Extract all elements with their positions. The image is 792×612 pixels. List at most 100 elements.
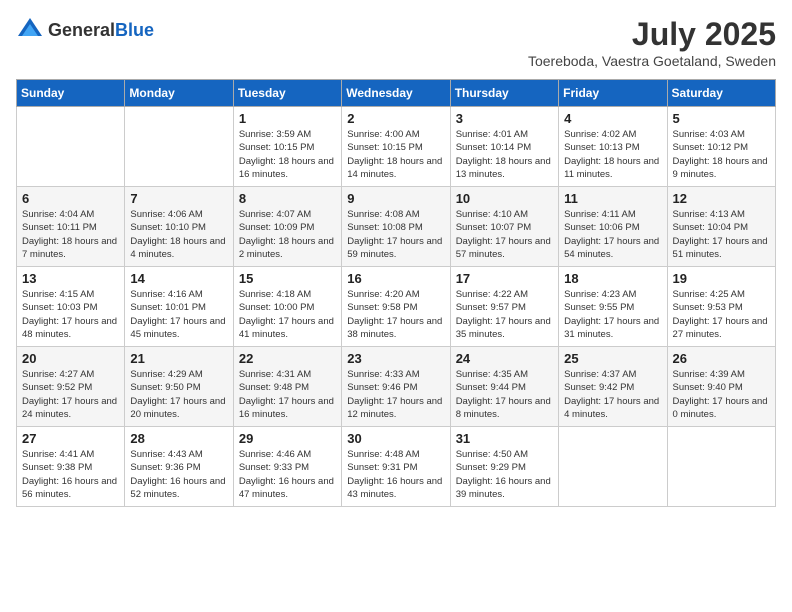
day-cell: 19Sunrise: 4:25 AM Sunset: 9:53 PM Dayli… [667,267,775,347]
day-number: 3 [456,111,553,126]
day-cell: 30Sunrise: 4:48 AM Sunset: 9:31 PM Dayli… [342,427,450,507]
weekday-header-friday: Friday [559,80,667,107]
day-number: 2 [347,111,444,126]
day-info: Sunrise: 4:04 AM Sunset: 10:11 PM Daylig… [22,208,119,261]
day-number: 25 [564,351,661,366]
day-cell: 17 Sunrise: 4:22 AM Sunset: 9:57 PM Dayli… [450,267,558,347]
day-info: Sunrise: 4:08 AM Sunset: 10:08 PM Daylig… [347,208,444,261]
week-row-5: 27 Sunrise: 4:41 AM Sunset: 9:38 PM Dayli… [17,427,776,507]
day-cell: 28 Sunrise: 4:43 AM Sunset: 9:36 PM Dayli… [125,427,233,507]
weekday-header-wednesday: Wednesday [342,80,450,107]
day-number: 20 [22,351,119,366]
day-number: 23 [347,351,444,366]
day-number: 18 [564,271,661,286]
day-info: Sunrise: 4:33 AM Sunset: 9:46 PM Dayligh… [347,368,444,421]
day-info: Sunrise: 4:27 AM Sunset: 9:52 PM Dayligh… [22,368,119,421]
weekday-header-tuesday: Tuesday [233,80,341,107]
week-row-1: 1Sunrise: 3:59 AM Sunset: 10:15 PM Dayli… [17,107,776,187]
day-number: 16 [347,271,444,286]
day-number: 24 [456,351,553,366]
weekday-header-monday: Monday [125,80,233,107]
day-info: Sunrise: 4:02 AM Sunset: 10:13 PM Daylig… [564,128,661,181]
day-cell: 20 Sunrise: 4:27 AM Sunset: 9:52 PM Dayli… [17,347,125,427]
day-cell: 24Sunrise: 4:35 AM Sunset: 9:44 PM Dayli… [450,347,558,427]
day-info: Sunrise: 4:31 AM Sunset: 9:48 PM Dayligh… [239,368,336,421]
day-cell [125,107,233,187]
day-cell: 15Sunrise: 4:18 AM Sunset: 10:00 PM Dayl… [233,267,341,347]
day-cell: 11 Sunrise: 4:11 AM Sunset: 10:06 PM Dayl… [559,187,667,267]
day-cell: 5 Sunrise: 4:03 AM Sunset: 10:12 PM Dayli… [667,107,775,187]
day-cell: 13Sunrise: 4:15 AM Sunset: 10:03 PM Dayl… [17,267,125,347]
day-number: 28 [130,431,227,446]
day-cell: 7 Sunrise: 4:06 AM Sunset: 10:10 PM Dayli… [125,187,233,267]
day-number: 13 [22,271,119,286]
day-info: Sunrise: 4:16 AM Sunset: 10:01 PM Daylig… [130,288,227,341]
day-cell: 2Sunrise: 4:00 AM Sunset: 10:15 PM Dayli… [342,107,450,187]
day-cell: 25Sunrise: 4:37 AM Sunset: 9:42 PM Dayli… [559,347,667,427]
month-year-title: July 2025 [528,16,776,53]
day-number: 17 [456,271,553,286]
day-cell: 21Sunrise: 4:29 AM Sunset: 9:50 PM Dayli… [125,347,233,427]
day-number: 21 [130,351,227,366]
day-cell: 23 Sunrise: 4:33 AM Sunset: 9:46 PM Dayli… [342,347,450,427]
day-cell: 9 Sunrise: 4:08 AM Sunset: 10:08 PM Dayli… [342,187,450,267]
day-info: Sunrise: 4:43 AM Sunset: 9:36 PM Dayligh… [130,448,227,501]
weekday-header-row: SundayMondayTuesdayWednesdayThursdayFrid… [17,80,776,107]
day-info: Sunrise: 4:23 AM Sunset: 9:55 PM Dayligh… [564,288,661,341]
day-info: Sunrise: 4:41 AM Sunset: 9:38 PM Dayligh… [22,448,119,501]
day-cell: 10 Sunrise: 4:10 AM Sunset: 10:07 PM Dayl… [450,187,558,267]
day-cell: 31 Sunrise: 4:50 AM Sunset: 9:29 PM Dayli… [450,427,558,507]
day-number: 5 [673,111,770,126]
day-number: 26 [673,351,770,366]
day-info: Sunrise: 4:06 AM Sunset: 10:10 PM Daylig… [130,208,227,261]
day-info: Sunrise: 4:20 AM Sunset: 9:58 PM Dayligh… [347,288,444,341]
weekday-header-sunday: Sunday [17,80,125,107]
logo-icon [16,16,44,44]
day-cell: 29Sunrise: 4:46 AM Sunset: 9:33 PM Dayli… [233,427,341,507]
day-number: 10 [456,191,553,206]
day-number: 7 [130,191,227,206]
day-cell: 26 Sunrise: 4:39 AM Sunset: 9:40 PM Dayli… [667,347,775,427]
day-info: Sunrise: 4:01 AM Sunset: 10:14 PM Daylig… [456,128,553,181]
day-cell: 22 Sunrise: 4:31 AM Sunset: 9:48 PM Dayli… [233,347,341,427]
day-info: Sunrise: 4:03 AM Sunset: 10:12 PM Daylig… [673,128,770,181]
calendar-table: SundayMondayTuesdayWednesdayThursdayFrid… [16,79,776,507]
day-cell [559,427,667,507]
day-info: Sunrise: 4:07 AM Sunset: 10:09 PM Daylig… [239,208,336,261]
day-number: 31 [456,431,553,446]
day-number: 22 [239,351,336,366]
day-number: 29 [239,431,336,446]
location-subtitle: Toereboda, Vaestra Goetaland, Sweden [528,53,776,69]
page-header: GeneralBlue July 2025 Toereboda, Vaestra… [16,16,776,69]
day-number: 27 [22,431,119,446]
day-number: 4 [564,111,661,126]
day-info: Sunrise: 4:39 AM Sunset: 9:40 PM Dayligh… [673,368,770,421]
day-cell: 14 Sunrise: 4:16 AM Sunset: 10:01 PM Dayl… [125,267,233,347]
day-info: Sunrise: 4:11 AM Sunset: 10:06 PM Daylig… [564,208,661,261]
day-cell: 6 Sunrise: 4:04 AM Sunset: 10:11 PM Dayli… [17,187,125,267]
day-cell: 12 Sunrise: 4:13 AM Sunset: 10:04 PM Dayl… [667,187,775,267]
day-cell: 4 Sunrise: 4:02 AM Sunset: 10:13 PM Dayli… [559,107,667,187]
day-info: Sunrise: 4:48 AM Sunset: 9:31 PM Dayligh… [347,448,444,501]
week-row-4: 20 Sunrise: 4:27 AM Sunset: 9:52 PM Dayli… [17,347,776,427]
day-number: 14 [130,271,227,286]
day-info: Sunrise: 4:13 AM Sunset: 10:04 PM Daylig… [673,208,770,261]
day-info: Sunrise: 4:10 AM Sunset: 10:07 PM Daylig… [456,208,553,261]
day-info: Sunrise: 4:22 AM Sunset: 9:57 PM Dayligh… [456,288,553,341]
day-info: Sunrise: 4:25 AM Sunset: 9:53 PM Dayligh… [673,288,770,341]
day-number: 11 [564,191,661,206]
weekday-header-thursday: Thursday [450,80,558,107]
day-cell: 27 Sunrise: 4:41 AM Sunset: 9:38 PM Dayli… [17,427,125,507]
day-cell: 3 Sunrise: 4:01 AM Sunset: 10:14 PM Dayli… [450,107,558,187]
day-number: 12 [673,191,770,206]
day-number: 9 [347,191,444,206]
day-cell: 8 Sunrise: 4:07 AM Sunset: 10:09 PM Dayli… [233,187,341,267]
day-cell [667,427,775,507]
day-cell: 1Sunrise: 3:59 AM Sunset: 10:15 PM Dayli… [233,107,341,187]
day-cell: 18 Sunrise: 4:23 AM Sunset: 9:55 PM Dayli… [559,267,667,347]
day-number: 8 [239,191,336,206]
day-number: 6 [22,191,119,206]
title-block: July 2025 Toereboda, Vaestra Goetaland, … [528,16,776,69]
day-info: Sunrise: 4:50 AM Sunset: 9:29 PM Dayligh… [456,448,553,501]
day-info: Sunrise: 4:18 AM Sunset: 10:00 PM Daylig… [239,288,336,341]
